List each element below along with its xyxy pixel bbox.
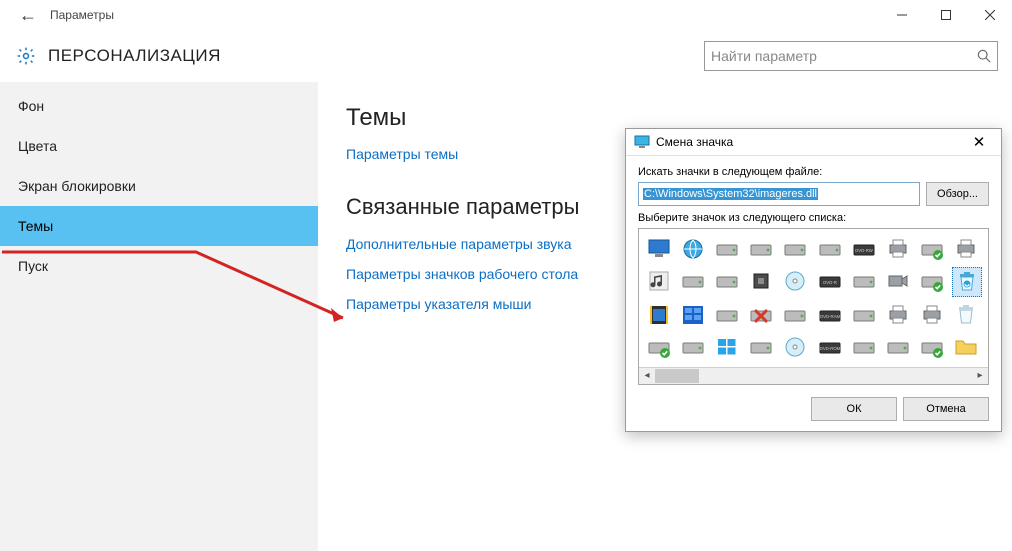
ok-button[interactable]: ОК	[811, 397, 897, 421]
icon-list[interactable]: DVD-RW DVD-R DVD-RAM DVD-ROM ◂ ▸	[638, 228, 989, 385]
icon-cell[interactable]	[816, 235, 844, 263]
maximize-button[interactable]	[924, 0, 968, 30]
icon-cell[interactable]	[781, 333, 809, 361]
category-header: ПЕРСОНАЛИЗАЦИЯ Найти параметр	[0, 30, 1012, 82]
sidebar-item-themes[interactable]: Темы	[0, 206, 318, 246]
sidebar-item-background[interactable]: Фон	[0, 86, 318, 126]
sidebar-item-lockscreen[interactable]: Экран блокировки	[0, 166, 318, 206]
icon-cell[interactable]	[884, 333, 912, 361]
dialog-close-button[interactable]: ✕	[965, 133, 993, 151]
gear-icon	[10, 46, 42, 66]
icon-scrollbar[interactable]: ◂ ▸	[639, 367, 988, 384]
path-input[interactable]: C:\Windows\System32\imageres.dll	[638, 182, 920, 206]
icon-cell[interactable]	[747, 267, 775, 295]
icon-cell[interactable]	[850, 267, 878, 295]
icon-cell[interactable]	[747, 235, 775, 263]
icon-cell[interactable]	[645, 267, 673, 295]
icon-cell[interactable]: DVD-ROM	[816, 333, 844, 361]
dialog-titlebar: Смена значка ✕	[626, 129, 1001, 156]
back-button[interactable]: ←	[6, 5, 50, 26]
icon-cell[interactable]: DVD-RAM	[816, 301, 844, 329]
category-title: ПЕРСОНАЛИЗАЦИЯ	[48, 46, 221, 66]
icon-cell[interactable]	[850, 333, 878, 361]
icon-cell[interactable]	[952, 333, 980, 361]
icon-cell[interactable]	[747, 301, 775, 329]
browse-button[interactable]: Обзор...	[926, 182, 989, 206]
list-label: Выберите значок из следующего списка:	[638, 212, 989, 224]
sidebar: Фон Цвета Экран блокировки Темы Пуск	[0, 82, 318, 551]
icon-cell[interactable]	[713, 267, 741, 295]
icon-cell[interactable]	[713, 301, 741, 329]
icon-cell[interactable]	[679, 267, 707, 295]
icon-cell[interactable]	[781, 267, 809, 295]
icon-cell[interactable]	[781, 235, 809, 263]
search-input[interactable]: Найти параметр	[704, 41, 998, 71]
icon-cell[interactable]	[713, 235, 741, 263]
icon-cell-selected[interactable]	[952, 267, 982, 297]
icon-cell[interactable]	[884, 301, 912, 329]
close-button[interactable]	[968, 0, 1012, 30]
icon-cell[interactable]	[918, 301, 946, 329]
icon-cell[interactable]	[952, 301, 980, 329]
icon-cell[interactable]	[781, 301, 809, 329]
scroll-left-button[interactable]: ◂	[639, 368, 655, 384]
change-icon-dialog: Смена значка ✕ Искать значки в следующем…	[625, 128, 1002, 432]
icon-cell[interactable]	[645, 333, 673, 361]
icon-cell[interactable]	[679, 235, 707, 263]
icon-cell[interactable]: DVD-RW	[850, 235, 878, 263]
path-label: Искать значки в следующем файле:	[638, 166, 989, 178]
desktop-icon	[634, 134, 650, 150]
icon-cell[interactable]	[645, 301, 673, 329]
search-placeholder: Найти параметр	[711, 48, 977, 64]
minimize-button[interactable]	[880, 0, 924, 30]
scroll-thumb[interactable]	[655, 369, 699, 383]
sidebar-item-colors[interactable]: Цвета	[0, 126, 318, 166]
icon-cell[interactable]	[645, 235, 673, 263]
svg-text:DVD-ROM: DVD-ROM	[819, 346, 840, 351]
window-title: Параметры	[50, 8, 114, 22]
svg-text:DVD-R: DVD-R	[823, 280, 837, 285]
icon-cell[interactable]: DVD-R	[816, 267, 844, 295]
cancel-button[interactable]: Отмена	[903, 397, 989, 421]
svg-text:DVD-RW: DVD-RW	[855, 248, 874, 253]
window-titlebar: ← Параметры	[0, 0, 1012, 30]
icon-cell[interactable]	[884, 235, 912, 263]
icon-cell[interactable]	[884, 267, 912, 295]
sidebar-item-start[interactable]: Пуск	[0, 246, 318, 286]
icon-cell[interactable]	[850, 301, 878, 329]
icon-cell[interactable]	[918, 267, 946, 295]
icon-cell[interactable]	[713, 333, 741, 361]
search-icon	[977, 49, 991, 63]
icon-cell[interactable]	[918, 333, 946, 361]
icon-cell[interactable]	[952, 235, 980, 263]
icon-cell[interactable]	[918, 235, 946, 263]
svg-text:DVD-RAM: DVD-RAM	[819, 314, 839, 319]
scroll-right-button[interactable]: ▸	[972, 368, 988, 384]
dialog-title: Смена значка	[656, 135, 965, 149]
icon-cell[interactable]	[679, 333, 707, 361]
icon-cell[interactable]	[679, 301, 707, 329]
icon-cell[interactable]	[747, 333, 775, 361]
